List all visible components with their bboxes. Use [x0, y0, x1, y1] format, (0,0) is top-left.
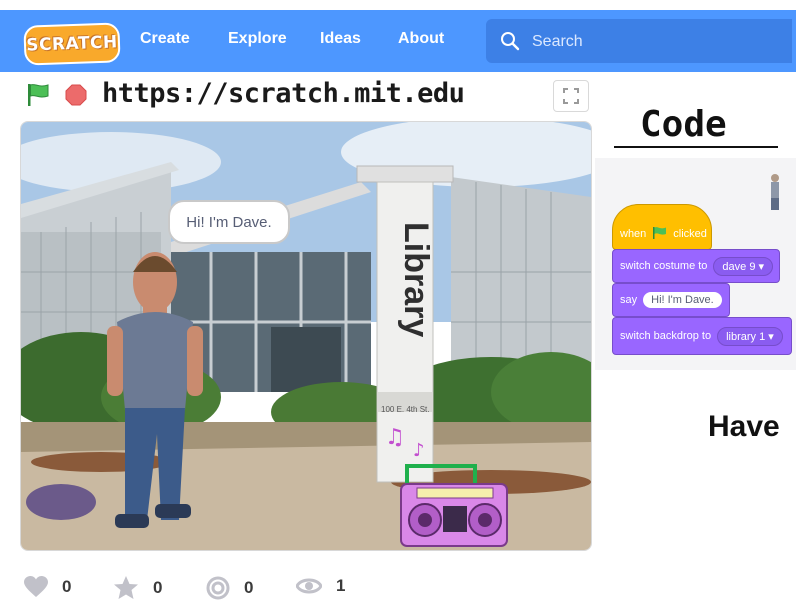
nav-explore-link[interactable]: Explore [228, 30, 287, 48]
remix-icon [206, 576, 230, 600]
fullscreen-button[interactable] [553, 80, 589, 112]
love-count: 0 [62, 577, 72, 596]
backdrop-dropdown-value: library 1 [726, 330, 766, 343]
code-title-underline [614, 146, 778, 148]
view-count: 1 [336, 576, 346, 595]
costume-dropdown-value: dave 9 [722, 260, 756, 273]
heart-icon [24, 576, 48, 597]
music-note-icon: ♫ [385, 425, 405, 450]
switch-costume-text: switch costume to [620, 260, 708, 272]
sprite-thumbnail-icon[interactable] [768, 172, 782, 212]
speech-bubble: Hi! I'm Dave. [168, 200, 290, 244]
library-sign-text: Library [397, 222, 435, 337]
fullscreen-icon [563, 88, 579, 104]
when-flag-clicked-block[interactable]: when clicked [612, 204, 712, 250]
scratch-logo[interactable]: SCRATCH [23, 22, 121, 66]
search-input[interactable] [530, 29, 784, 55]
love-stat[interactable]: 0 [24, 576, 71, 598]
overlay-have-text: Have [708, 410, 780, 443]
switch-costume-block[interactable]: switch costume to dave 9 ▾ [612, 249, 780, 283]
search-icon [501, 32, 520, 51]
remix-count: 0 [244, 578, 254, 597]
stop-icon[interactable] [65, 84, 87, 106]
remix-stat: 0 [206, 576, 253, 600]
say-input[interactable]: Hi! I'm Dave. [643, 292, 722, 308]
say-text: say [620, 294, 638, 306]
view-stat: 1 [296, 576, 345, 596]
navbar-inner: SCRATCH Create Explore Ideas About [0, 10, 796, 72]
favorite-count: 0 [153, 578, 163, 597]
url-caption: https://scratch.mit.edu [102, 78, 465, 109]
search-box[interactable] [486, 19, 792, 63]
backdrop-dropdown[interactable]: library 1 ▾ [717, 326, 783, 346]
hat-clicked-text: clicked [673, 228, 707, 240]
address-text: 100 E. 4th St. [381, 405, 429, 414]
top-navbar: SCRATCH Create Explore Ideas About [0, 0, 796, 72]
nav-ideas-link[interactable]: Ideas [320, 30, 361, 48]
costume-dropdown[interactable]: dave 9 ▾ [713, 256, 774, 276]
nav-create-link[interactable]: Create [140, 30, 190, 48]
library-backdrop: Library 100 E. 4th St. ♫ ♪ [21, 122, 591, 550]
logo-text: SCRATCH [25, 32, 119, 56]
switch-backdrop-text: switch backdrop to [620, 330, 712, 342]
nav-about-link[interactable]: About [398, 30, 444, 48]
project-stage[interactable]: Library 100 E. 4th St. ♫ ♪ [20, 121, 592, 551]
star-icon [114, 576, 138, 599]
favorite-stat[interactable]: 0 [113, 576, 162, 600]
switch-backdrop-block[interactable]: switch backdrop to library 1 ▾ [612, 317, 792, 355]
green-flag-icon[interactable] [26, 82, 52, 108]
eye-icon [296, 578, 322, 594]
music-note-icon: ♪ [413, 440, 425, 461]
code-title: Code [640, 104, 727, 145]
say-block[interactable]: say Hi! I'm Dave. [612, 283, 730, 317]
hat-when-text: when [620, 228, 647, 240]
green-flag-icon [653, 227, 667, 239]
